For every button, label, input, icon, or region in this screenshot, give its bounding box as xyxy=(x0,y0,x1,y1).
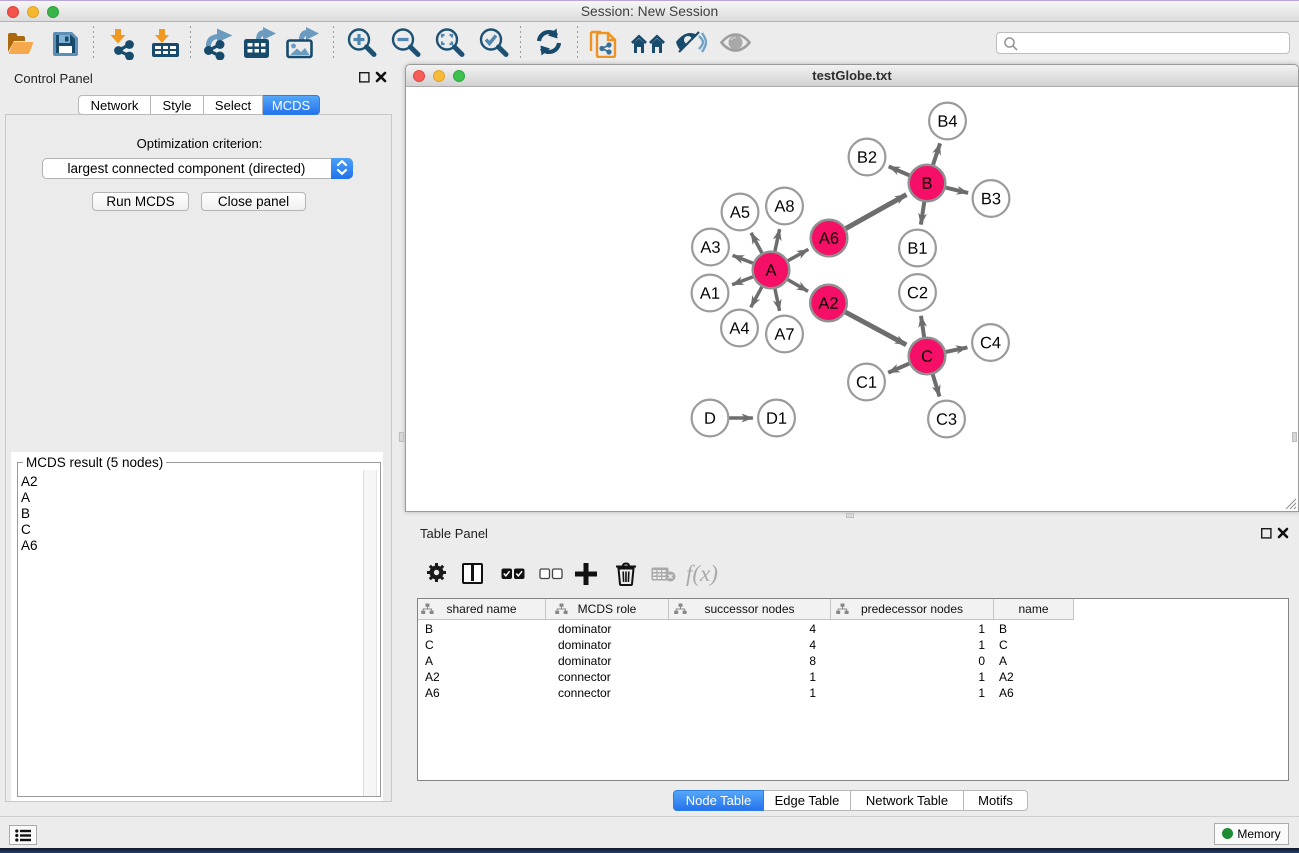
svg-text:B2: B2 xyxy=(857,149,877,167)
svg-text:A: A xyxy=(765,262,776,280)
svg-text:B4: B4 xyxy=(937,113,957,131)
svg-text:C: C xyxy=(921,348,933,366)
svg-text:B1: B1 xyxy=(907,240,927,258)
svg-text:C4: C4 xyxy=(980,334,1001,352)
svg-text:D: D xyxy=(704,410,716,428)
svg-text:A8: A8 xyxy=(774,198,794,216)
svg-text:C3: C3 xyxy=(936,411,957,429)
svg-text:A1: A1 xyxy=(700,285,720,303)
svg-text:B: B xyxy=(921,175,932,193)
svg-text:A4: A4 xyxy=(729,320,749,338)
svg-text:C1: C1 xyxy=(856,374,877,392)
svg-text:A6: A6 xyxy=(819,230,839,248)
svg-text:A7: A7 xyxy=(774,326,794,344)
svg-text:A2: A2 xyxy=(818,295,838,313)
svg-text:A5: A5 xyxy=(730,204,750,222)
svg-text:C2: C2 xyxy=(907,284,928,302)
svg-text:D1: D1 xyxy=(766,410,787,428)
svg-text:A3: A3 xyxy=(700,239,720,257)
svg-text:B3: B3 xyxy=(981,190,1001,208)
